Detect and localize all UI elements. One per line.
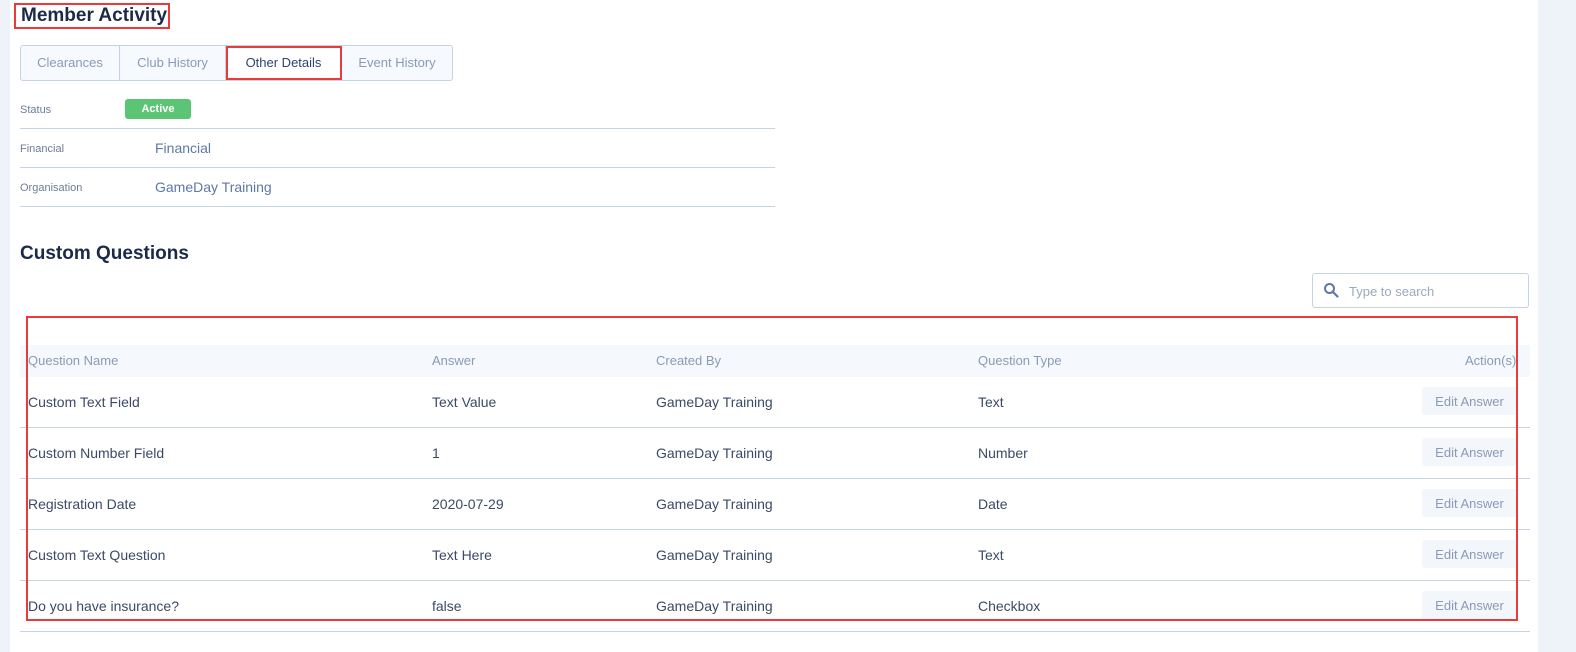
organisation-row: Organisation GameDay Training <box>20 168 775 207</box>
search-box <box>1312 273 1529 308</box>
tab-event-history[interactable]: Event History <box>342 46 452 80</box>
status-label: Status <box>20 104 52 116</box>
financial-label: Financial <box>20 143 65 155</box>
search-icon <box>1323 282 1339 298</box>
financial-row: Financial Financial <box>20 129 775 168</box>
tab-bar: Clearances Club History Other Details Ev… <box>20 45 453 81</box>
custom-questions-title: Custom Questions <box>20 243 189 264</box>
organisation-label: Organisation <box>20 182 83 194</box>
search-input[interactable] <box>1349 281 1519 301</box>
financial-value: Financial <box>155 140 212 156</box>
custom-questions-highlight <box>26 316 1518 621</box>
page-title: Member Activity <box>14 3 170 29</box>
tab-clearances[interactable]: Clearances <box>21 46 120 80</box>
status-badge: Active <box>125 99 191 119</box>
tab-club-history[interactable]: Club History <box>120 46 226 80</box>
tab-other-details[interactable]: Other Details <box>226 46 342 80</box>
organisation-value: GameDay Training <box>155 179 272 195</box>
